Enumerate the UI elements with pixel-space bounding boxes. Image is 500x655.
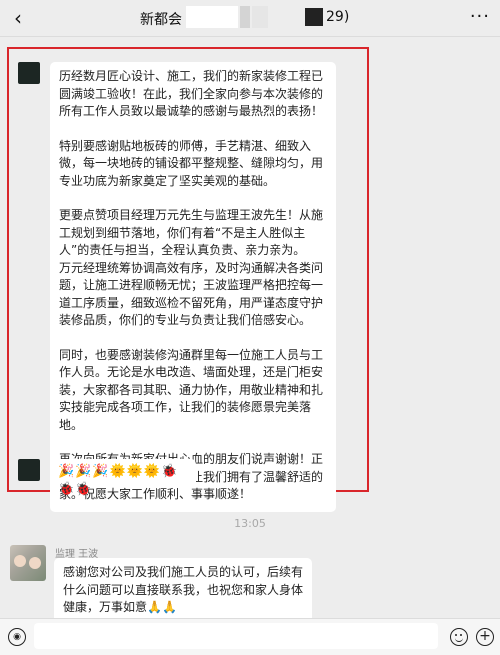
voice-icon[interactable]: ◉ <box>8 628 26 646</box>
avatar[interactable] <box>10 545 46 581</box>
redacted-area <box>305 8 323 26</box>
message-paragraph: 同时，也要感谢装修沟通群里每一位施工人员与工作人员。无论是水电改造、墙面处理，还… <box>59 347 324 432</box>
input-bar: ◉ + <box>0 618 500 655</box>
emoji-icon[interactable] <box>450 628 468 646</box>
timestamp: 13:05 <box>234 517 266 530</box>
reply-message-bubble[interactable]: 感谢您对公司及我们施工人员的认可，后续有什么问题可以直接联系我，也祝您和家人身体… <box>54 558 312 623</box>
chat-header: ‹ 新都会 29) ··· <box>0 0 500 37</box>
message-paragraph: 历经数月匠心设计、施工，我们的新家装修工程已圆满竣工验收！在此，我们全家向参与本… <box>59 69 324 118</box>
avatar[interactable] <box>18 62 40 84</box>
member-count: 29) <box>326 9 350 25</box>
more-icon[interactable]: ··· <box>470 6 490 27</box>
chat-title: 新都会 <box>140 12 182 28</box>
emoji-message-bubble[interactable]: 🎉🎉🎉🌞🌞🌞🐞🐞🐞 <box>50 459 196 497</box>
message-bubble[interactable]: 历经数月匠心设计、施工，我们的新家装修工程已圆满竣工验收！在此，我们全家向参与本… <box>50 62 336 512</box>
redacted-area <box>252 6 268 28</box>
message-paragraph: 特别要感谢贴地板砖的师傅，手艺精湛、细致入微，每一块地砖的铺设都平整规整、缝隙均… <box>59 138 324 188</box>
message-paragraph: 更要点赞项目经理万元先生与监理王波先生！从施工规划到细节落地，你们有着“不是主人… <box>59 208 324 327</box>
redacted-area <box>240 6 250 28</box>
avatar[interactable] <box>18 459 40 481</box>
plus-icon[interactable]: + <box>476 628 494 646</box>
chevron-left-icon[interactable]: ‹ <box>8 8 28 28</box>
redacted-area <box>186 6 238 28</box>
message-input[interactable] <box>34 623 438 649</box>
